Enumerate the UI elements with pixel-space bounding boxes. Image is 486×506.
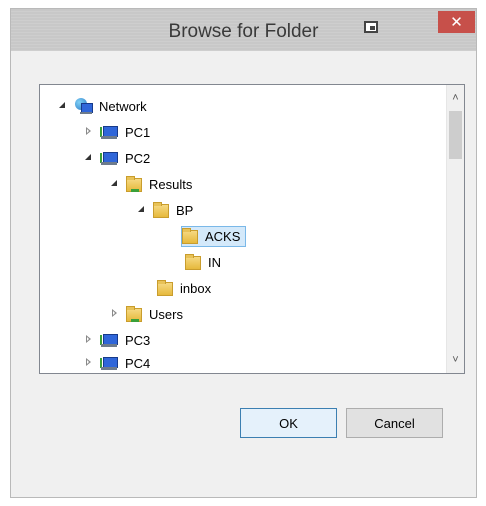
computer-icon: [100, 333, 118, 347]
browse-for-folder-dialog: Browse for Folder ✕ Network PC1 PC2 Resu…: [10, 8, 477, 498]
window-title: Browse for Folder: [168, 21, 319, 42]
tree-item-pc1[interactable]: PC1: [84, 122, 152, 142]
close-icon: ✕: [450, 14, 463, 31]
folder-icon: [185, 253, 201, 270]
cancel-button[interactable]: Cancel: [346, 408, 443, 438]
expander-closed-icon[interactable]: [84, 335, 94, 345]
selection-highlight: ACKS: [181, 225, 247, 247]
tree-item-users[interactable]: Users: [110, 304, 185, 324]
tree-item-label: Users: [149, 306, 183, 322]
tree-item-label: IN: [208, 254, 221, 270]
tree-item-label: PC1: [125, 124, 151, 140]
scroll-down-icon[interactable]: ˅: [447, 351, 464, 369]
tree-item-label: PC2: [125, 150, 151, 166]
shared-folder-icon: [126, 175, 142, 192]
vertical-scrollbar[interactable]: ˄ ˅: [446, 85, 464, 373]
tree-item-pc2[interactable]: PC2: [84, 148, 152, 168]
tree-item-acks[interactable]: ACKS: [181, 225, 247, 247]
tree-item-label: PC4: [125, 355, 151, 371]
title-bar[interactable]: Browse for Folder ✕: [11, 9, 476, 51]
expander-open-icon[interactable]: [58, 101, 68, 111]
folder-icon: [182, 227, 198, 244]
folder-icon: [153, 201, 169, 218]
folder-icon: [157, 279, 173, 296]
tree-item-label: ACKS: [205, 228, 241, 244]
computer-icon: [100, 151, 118, 165]
scroll-thumb[interactable]: [449, 111, 462, 159]
tree-item-inbox[interactable]: inbox: [157, 278, 213, 298]
tree-item-label: Results: [149, 176, 193, 192]
expander-open-icon[interactable]: [137, 205, 147, 215]
tree-item-pc4[interactable]: PC4: [84, 353, 152, 373]
tree-item-pc3[interactable]: PC3: [84, 330, 152, 350]
expander-closed-icon[interactable]: [84, 358, 94, 368]
expander-open-icon[interactable]: [84, 153, 94, 163]
shared-folder-icon: [126, 305, 142, 322]
ok-button[interactable]: OK: [240, 408, 337, 438]
tree-item-in[interactable]: IN: [185, 252, 223, 272]
tree-item-results[interactable]: Results: [110, 174, 194, 194]
close-button[interactable]: ✕: [438, 11, 475, 33]
window-menu-icon[interactable]: [364, 21, 378, 33]
scroll-up-icon[interactable]: ˄: [447, 89, 464, 107]
tree-item-label: BP: [176, 202, 194, 218]
folder-tree[interactable]: Network PC1 PC2 Results BP ACKS IN inbox…: [39, 84, 465, 374]
expander-closed-icon[interactable]: [110, 309, 120, 319]
tree-item-label: Network: [99, 98, 147, 114]
network-icon: [74, 98, 93, 114]
tree-item-network[interactable]: Network: [58, 96, 149, 116]
tree-item-label: inbox: [180, 280, 212, 296]
computer-icon: [100, 356, 118, 370]
computer-icon: [100, 125, 118, 139]
expander-closed-icon[interactable]: [84, 127, 94, 137]
tree-item-bp[interactable]: BP: [137, 200, 195, 220]
tree-item-label: PC3: [125, 332, 151, 348]
expander-open-icon[interactable]: [110, 179, 120, 189]
